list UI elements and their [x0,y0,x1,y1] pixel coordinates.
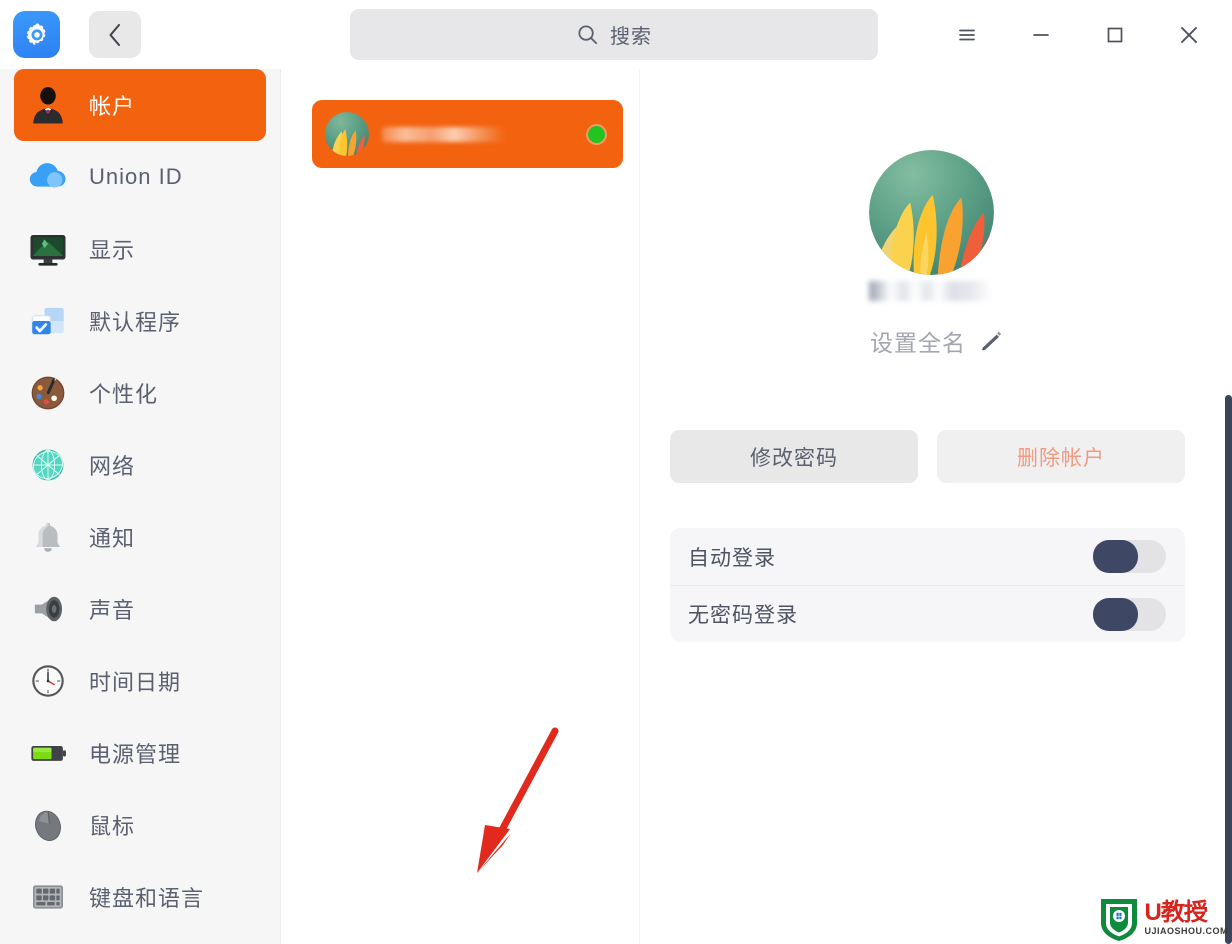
cloud-icon [20,149,76,205]
set-fullname-button[interactable]: 设置全名 [641,324,1232,358]
watermark: U教授 UJIAOSHOU.COM [1098,894,1228,942]
sidebar-item-label: 帐户 [89,94,136,119]
status-badge [588,125,605,143]
mouse-icon [20,797,76,853]
sidebar-item-personalization[interactable]: 个性化 [14,357,266,429]
toggle-knob [1093,540,1138,573]
watermark-sub-text: UJIAOSHOU.COM [1144,925,1228,936]
sidebar-item-account[interactable]: 帐户 [14,69,266,141]
menu-button[interactable] [930,0,1004,69]
settings-window: 搜索 帐户 Union ID 显示 默认程序 个性化 网络 通知 声音 时间日期… [0,0,1232,944]
globe-network-icon [20,437,76,493]
sidebar-item-label: 显示 [89,238,136,263]
monitor-icon [20,221,76,277]
default-apps-icon [20,293,76,349]
avatar [325,112,369,156]
sidebar-item-network[interactable]: 网络 [14,429,266,501]
hamburger-menu-icon [959,29,975,40]
app-gear-icon[interactable] [13,11,60,58]
account-list-item[interactable] [312,100,623,168]
sidebar-item-default-apps[interactable]: 默认程序 [14,285,266,357]
sidebar[interactable]: 帐户 Union ID 显示 默认程序 个性化 网络 通知 声音 时间日期 电源… [0,69,281,944]
delete-account-button[interactable]: 删除帐户 [937,430,1185,483]
sidebar-item-power[interactable]: 电源管理 [14,717,266,789]
toggle-knob [1093,597,1138,631]
sidebar-item-label: 默认程序 [89,310,182,335]
sidebar-item-union-id[interactable]: Union ID [14,141,266,213]
sidebar-item-label: 鼠标 [89,814,136,839]
battery-icon [20,725,76,781]
sidebar-item-label: 个性化 [89,382,159,407]
maximize-button[interactable] [1078,0,1152,69]
sidebar-item-label: 键盘和语言 [89,886,205,911]
auto-login-toggle[interactable] [1093,540,1166,573]
vertical-scrollbar[interactable] [1225,395,1232,944]
keyboard-icon [20,869,76,925]
sidebar-item-label: Union ID [89,164,183,189]
sidebar-item-label: 通知 [89,526,136,551]
maximize-icon [1107,27,1123,42]
user-account-icon [20,77,76,133]
close-icon [1181,26,1197,43]
minimize-icon [1033,33,1049,36]
minimize-button[interactable] [1004,0,1078,69]
account-action-buttons: 修改密码 删除帐户 [670,430,1185,483]
passwordless-login-toggle[interactable] [1093,597,1166,631]
sidebar-item-keyboard-language[interactable]: 键盘和语言 [14,861,266,933]
avatar[interactable] [869,150,994,275]
bell-icon [20,509,76,565]
clock-icon [20,653,76,709]
sidebar-item-label: 网络 [89,454,136,479]
pencil-edit-icon [982,331,1002,351]
delete-account-label: 删除帐户 [1017,446,1105,470]
change-password-button[interactable]: 修改密码 [670,430,918,483]
watermark-main-text: U教授 [1144,898,1207,926]
change-password-label: 修改密码 [750,446,838,470]
passwordless-login-label: 无密码登录 [688,604,798,627]
login-settings-card: 自动登录 无密码登录 [670,528,1185,642]
sidebar-item-label: 电源管理 [89,742,182,767]
username-redacted [869,281,991,301]
window-controls [930,0,1226,69]
palette-icon [20,365,76,421]
shield-logo-icon [1101,899,1138,941]
sidebar-item-notifications[interactable]: 通知 [14,501,266,573]
search-input[interactable]: 搜索 [350,9,878,60]
accounts-list-panel [281,69,780,944]
close-button[interactable] [1152,0,1226,69]
setting-row-auto-login[interactable]: 自动登录 [670,528,1185,585]
auto-login-label: 自动登录 [688,546,776,570]
set-fullname-label: 设置全名 [870,330,966,356]
account-detail-panel: 设置全名 修改密码 删除帐户 自动登录 无密码登录 [641,69,1232,944]
sidebar-item-sound[interactable]: 声音 [14,573,266,645]
sidebar-item-label: 时间日期 [89,670,182,695]
back-button[interactable] [89,11,141,58]
sidebar-item-mouse[interactable]: 鼠标 [14,789,266,861]
sidebar-item-display[interactable]: 显示 [14,213,266,285]
sidebar-item-datetime[interactable]: 时间日期 [14,645,266,717]
search-icon [578,25,598,45]
speaker-icon [20,581,76,637]
account-name-redacted [382,126,506,142]
setting-row-passwordless-login[interactable]: 无密码登录 [670,585,1185,642]
sidebar-item-label: 声音 [89,598,136,623]
chevron-left-icon [109,23,121,46]
search-placeholder-text: 搜索 [610,26,652,48]
title-bar: 搜索 [0,0,1232,69]
